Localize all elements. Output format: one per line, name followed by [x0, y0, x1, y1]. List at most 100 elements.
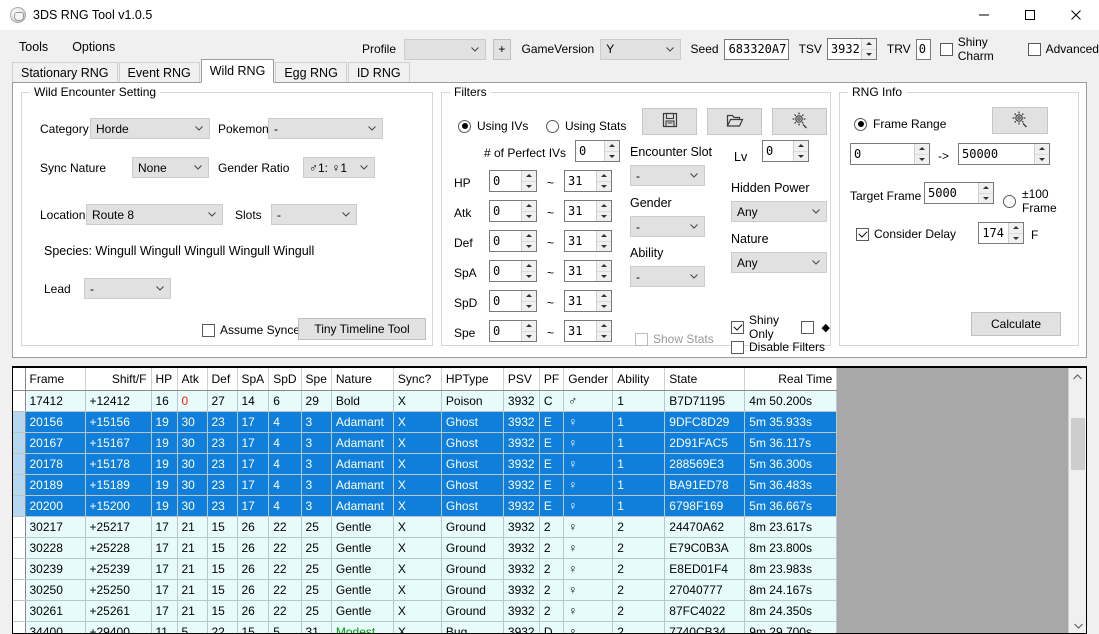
table-row[interactable]: 20200 +15200 19 30 23 17 4 3 Adamant X Ghost 3932 E ♀…	[13, 495, 838, 517]
spa-max-stepper[interactable]: 31	[564, 260, 612, 282]
column-header-hptype[interactable]: HPType	[441, 368, 504, 391]
cell-shift-f[interactable]: +25250	[85, 579, 152, 601]
cell-spd[interactable]: 4	[268, 495, 302, 517]
cell-shift-f[interactable]: +25228	[85, 537, 152, 559]
cell-ability[interactable]: 1	[612, 474, 666, 496]
cell-state[interactable]: 27040777	[664, 579, 746, 601]
lv-stepper[interactable]: 0	[762, 140, 809, 162]
spinner-up-icon[interactable]	[522, 201, 536, 212]
row-selector[interactable]	[13, 600, 26, 622]
scroll-down-button[interactable]	[1069, 617, 1086, 633]
cell-ability[interactable]: 2	[612, 579, 666, 601]
cell-gender[interactable]: ♀	[563, 579, 614, 601]
location-combo[interactable]: Route 8	[86, 204, 223, 225]
spinner-down-icon[interactable]	[1035, 154, 1049, 164]
cell-def[interactable]: 15	[207, 516, 238, 538]
column-header-real-time[interactable]: Real Time	[744, 368, 838, 391]
lead-combo[interactable]: -	[84, 278, 171, 299]
table-row[interactable]: 30239 +25239 17 21 15 26 22 25 Gentle X Ground 3932…	[13, 558, 838, 580]
spinner-down-icon[interactable]	[522, 301, 536, 311]
cell-psv[interactable]: 3932	[503, 516, 540, 538]
cell-psv[interactable]: 3932	[503, 453, 540, 475]
spinner-down-icon[interactable]	[597, 271, 611, 281]
pokemon-combo[interactable]: -	[268, 118, 383, 139]
spinner-up-icon[interactable]	[597, 231, 611, 242]
frame-range-radio[interactable]: Frame Range	[854, 117, 946, 131]
table-row[interactable]: 30228 +25228 17 21 15 26 22 25 Gentle X Ground 3932…	[13, 537, 838, 559]
cell-def[interactable]: 15	[207, 579, 238, 601]
cell-spe[interactable]: 3	[301, 411, 332, 433]
hidden-power-combo[interactable]: Any	[731, 201, 827, 222]
cell-hp[interactable]: 19	[151, 495, 178, 517]
cell-atk[interactable]: 21	[177, 516, 208, 538]
table-row[interactable]: 30261 +25261 17 21 15 26 22 25 Gentle X Ground 3932…	[13, 600, 838, 622]
spinner-up-icon[interactable]	[605, 141, 619, 152]
row-selector[interactable]	[13, 516, 26, 538]
cell-hptype[interactable]: Poison	[441, 390, 504, 412]
cell-pf[interactable]: 2	[539, 579, 565, 601]
row-selector[interactable]	[13, 495, 26, 517]
cell-hptype[interactable]: Ground	[441, 579, 504, 601]
cell-atk[interactable]: 21	[177, 579, 208, 601]
spinner-down-icon[interactable]	[605, 151, 619, 161]
open-filters-button[interactable]	[707, 108, 762, 135]
advanced-checkbox[interactable]: Advanced	[1027, 42, 1099, 56]
spinner-down-icon[interactable]	[522, 331, 536, 341]
cell-atk[interactable]: 30	[177, 432, 208, 454]
cell-real-time[interactable]: 5m 36.483s	[744, 474, 838, 496]
cell-shift-f[interactable]: +12412	[85, 390, 152, 412]
cell-nature[interactable]: Gentle	[331, 516, 394, 538]
cell-state[interactable]: 7740CB34	[664, 621, 746, 633]
cell-hp[interactable]: 17	[151, 537, 178, 559]
table-row[interactable]: 20167 +15167 19 30 23 17 4 3 Adamant X Ghost 3932 E ♀…	[13, 432, 838, 454]
spin-buttons[interactable]	[604, 141, 619, 161]
cell-gender[interactable]: ♀	[563, 600, 614, 622]
cell-def[interactable]: 23	[207, 474, 238, 496]
cell-spa[interactable]: 17	[237, 411, 270, 433]
cell-spd[interactable]: 22	[268, 579, 302, 601]
table-row[interactable]: 20189 +15189 19 30 23 17 4 3 Adamant X Ghost 3932 E ♀…	[13, 474, 838, 496]
cell-spe[interactable]: 25	[301, 600, 332, 622]
column-header-ability[interactable]: Ability	[612, 368, 666, 391]
cell-psv[interactable]: 3932	[503, 411, 540, 433]
cell-spd[interactable]: 22	[268, 558, 302, 580]
spinner-up-icon[interactable]	[1035, 144, 1049, 155]
cell-spe[interactable]: 3	[301, 474, 332, 496]
cell-real-time[interactable]: 9m 29.700s	[744, 621, 838, 633]
cell-atk[interactable]: 21	[177, 537, 208, 559]
cell-pf[interactable]: E	[539, 474, 565, 496]
column-header-gender[interactable]: Gender	[563, 368, 614, 391]
hp-max-stepper[interactable]: 31	[564, 170, 612, 192]
cell-sync-[interactable]: X	[393, 495, 442, 517]
cell-frame[interactable]: 20200	[25, 495, 86, 517]
cell-ability[interactable]: 2	[612, 621, 666, 633]
cell-real-time[interactable]: 8m 24.167s	[744, 579, 838, 601]
cell-sync-[interactable]: X	[393, 537, 442, 559]
cell-real-time[interactable]: 4m 50.200s	[744, 390, 838, 412]
cell-spe[interactable]: 25	[301, 579, 332, 601]
cell-frame[interactable]: 20178	[25, 453, 86, 475]
ability-filter-combo[interactable]: -	[630, 266, 705, 287]
hp-min-stepper[interactable]: 0	[489, 170, 537, 192]
cell-state[interactable]: 288569E3	[664, 453, 746, 475]
cell-state[interactable]: 2D91FAC5	[664, 432, 746, 454]
cell-psv[interactable]: 3932	[503, 621, 540, 633]
cell-pf[interactable]: E	[539, 432, 565, 454]
cell-hptype[interactable]: Bug	[441, 621, 504, 633]
cell-spa[interactable]: 17	[237, 474, 270, 496]
column-header-sync-[interactable]: Sync?	[393, 368, 442, 391]
cell-atk[interactable]: 30	[177, 453, 208, 475]
scrollbar-thumb[interactable]	[1071, 418, 1085, 470]
cell-state[interactable]: 24470A62	[664, 516, 746, 538]
cell-real-time[interactable]: 8m 23.800s	[744, 537, 838, 559]
table-row[interactable]: 20156 +15156 19 30 23 17 4 3 Adamant X Ghost 3932 E ♀…	[13, 411, 838, 433]
cell-atk[interactable]: 5	[177, 621, 208, 633]
spinner-down-icon[interactable]	[597, 211, 611, 221]
row-selector[interactable]	[13, 474, 26, 496]
cell-hp[interactable]: 17	[151, 516, 178, 538]
spinner-up-icon[interactable]	[522, 231, 536, 242]
tab-egg-rng[interactable]: Egg RNG	[275, 62, 347, 82]
cell-spe[interactable]: 31	[301, 621, 332, 633]
cell-sync-[interactable]: X	[393, 474, 442, 496]
cell-hp[interactable]: 16	[151, 390, 178, 412]
